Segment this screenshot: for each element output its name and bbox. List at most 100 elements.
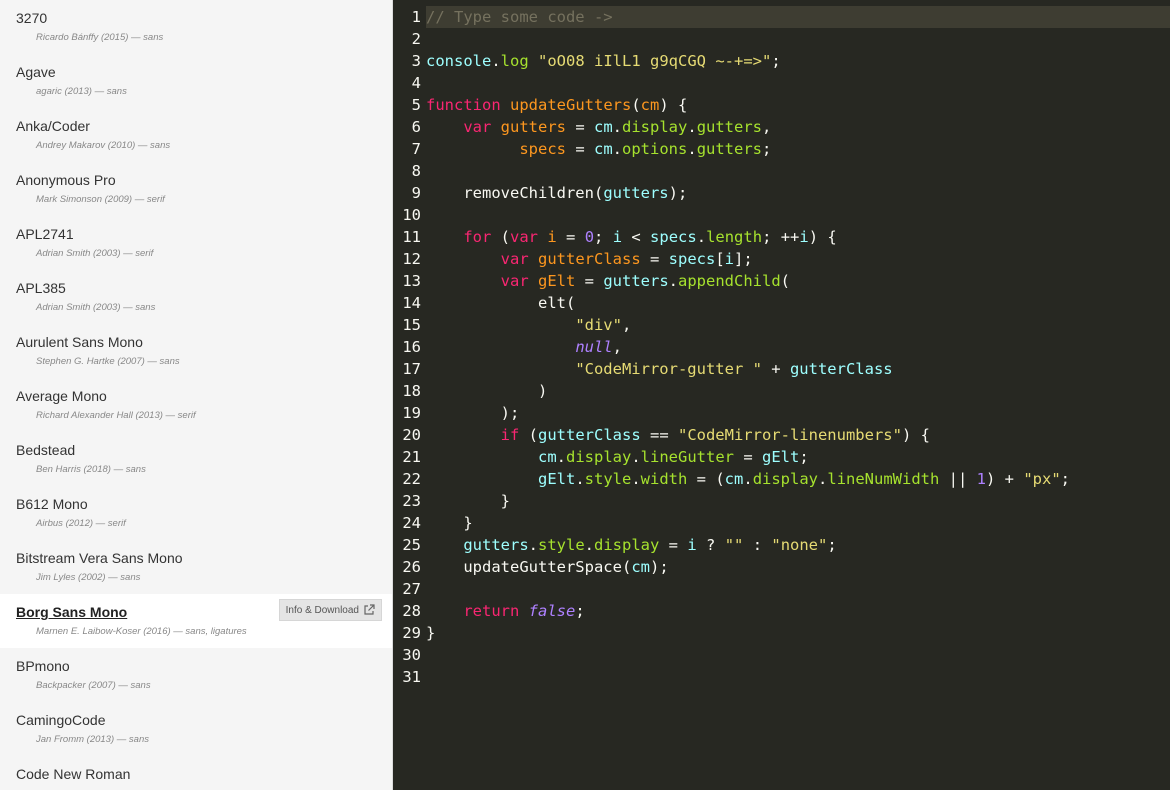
font-list-item[interactable]: Borg Sans Mono Marnen E. Laibow-Koser (20… xyxy=(0,594,392,648)
line-number: 19 xyxy=(402,404,421,422)
code-text[interactable]: var gutterClass = specs[i]; xyxy=(426,248,1170,270)
code-token: cm xyxy=(594,140,613,158)
code-text[interactable]: null, xyxy=(426,336,1170,358)
line-number: 14 xyxy=(402,294,421,312)
font-list-item[interactable]: Code New Roman xyxy=(0,756,392,790)
line-number: 15 xyxy=(402,316,421,334)
font-list-item[interactable]: BPmono Backpacker (2007) — sans xyxy=(0,648,392,702)
code-text[interactable]: } xyxy=(426,490,1170,512)
line-number: 27 xyxy=(402,580,421,598)
font-list-item[interactable]: Average Mono Richard Alexander Hall (2013… xyxy=(0,378,392,432)
code-text[interactable]: "div", xyxy=(426,314,1170,336)
code-token: var xyxy=(500,272,529,290)
code-line: 6 var gutters = cm.display.gutters, xyxy=(393,116,1170,138)
code-text[interactable] xyxy=(426,160,1170,182)
code-token: elt( xyxy=(426,294,576,312)
code-token: i xyxy=(612,228,623,246)
code-text[interactable]: "CodeMirror-gutter " + gutterClass xyxy=(426,358,1170,380)
info-download-button[interactable]: Info & Download xyxy=(278,599,382,621)
code-token: ) { xyxy=(901,426,930,444)
code-token: removeChildren( xyxy=(426,184,604,202)
app-window: 3270 Ricardo Bánffy (2015) — sans Agave aga… xyxy=(0,0,1170,790)
code-text[interactable]: var gutters = cm.display.gutters, xyxy=(426,116,1170,138)
code-text[interactable] xyxy=(426,72,1170,94)
code-text[interactable] xyxy=(426,28,1170,50)
code-line: 15 "div", xyxy=(393,314,1170,336)
code-text[interactable]: ); xyxy=(426,402,1170,424)
code-text[interactable]: cm.display.lineGutter = gElt; xyxy=(426,446,1170,468)
code-text[interactable]: gElt.style.width = (cm.display.lineNumWi… xyxy=(426,468,1170,490)
code-text[interactable]: if (gutterClass == "CodeMirror-linenumbe… xyxy=(426,424,1170,446)
code-token: ( xyxy=(631,96,641,114)
code-token: display xyxy=(622,118,688,136)
code-token: options xyxy=(622,140,688,158)
font-list-item[interactable]: Agave agaric (2013) — sans xyxy=(0,54,392,108)
code-text[interactable]: console.log "oO08 iIlL1 g9qCGQ ~-+=>"; xyxy=(426,50,1170,72)
code-token: . xyxy=(575,470,585,488)
code-text[interactable]: var gElt = gutters.appendChild( xyxy=(426,270,1170,292)
code-line: 10 xyxy=(393,204,1170,226)
line-number: 17 xyxy=(402,360,421,378)
code-text[interactable] xyxy=(426,644,1170,666)
code-token: = ( xyxy=(687,470,725,488)
code-token: } xyxy=(426,514,473,532)
code-token: 1 xyxy=(976,470,987,488)
font-list-item[interactable]: Anonymous Pro Mark Simonson (2009) — seri… xyxy=(0,162,392,216)
code-text[interactable]: } xyxy=(426,622,1170,644)
code-token: gElt xyxy=(537,470,576,488)
code-text[interactable] xyxy=(426,204,1170,226)
font-name: Aurulent Sans Mono xyxy=(16,334,143,350)
code-token: ); xyxy=(649,558,669,576)
font-list-item[interactable]: APL2741 Adrian Smith (2003) — serif xyxy=(0,216,392,270)
code-token: , xyxy=(621,316,632,334)
font-list-sidebar[interactable]: 3270 Ricardo Bánffy (2015) — sans Agave aga… xyxy=(0,0,393,790)
line-number: 28 xyxy=(402,602,421,620)
code-line: 21 cm.display.lineGutter = gElt; xyxy=(393,446,1170,468)
code-token: . xyxy=(556,448,566,466)
code-text[interactable]: gutters.style.display = i ? "" : "none"; xyxy=(426,534,1170,556)
code-text[interactable]: updateGutterSpace(cm); xyxy=(426,556,1170,578)
code-token: ) { xyxy=(808,228,837,246)
font-name: B612 Mono xyxy=(16,496,88,512)
code-token: ; xyxy=(575,602,585,620)
font-name: Bedstead xyxy=(16,442,76,458)
code-token: . xyxy=(631,470,641,488)
code-text[interactable]: } xyxy=(426,512,1170,534)
code-text[interactable]: return false; xyxy=(426,600,1170,622)
font-meta: Backpacker (2007) — sans xyxy=(36,680,151,691)
font-list-item[interactable]: CamingoCode Jan Fromm (2013) — sans xyxy=(0,702,392,756)
code-editor[interactable]: 1 // Type some code -> 2 3 console.log "oO0… xyxy=(393,0,1170,790)
code-token: display xyxy=(566,448,632,466)
code-line: 20 if (gutterClass == "CodeMirror-linenu… xyxy=(393,424,1170,446)
code-token: "" xyxy=(724,536,744,554)
font-list-item[interactable]: Anka/Coder Andrey Makarov (2010) — sans xyxy=(0,108,392,162)
code-token: display xyxy=(752,470,819,488)
code-token: "div" xyxy=(575,316,622,334)
font-list-item[interactable]: B612 Mono Airbus (2012) — serif xyxy=(0,486,392,540)
code-token: "CodeMirror-linenumbers" xyxy=(677,426,902,444)
code-line: 3 console.log "oO08 iIlL1 g9qCGQ ~-+=>"; xyxy=(393,50,1170,72)
code-line: 18 ) xyxy=(393,380,1170,402)
font-list-item[interactable]: 3270 Ricardo Bánffy (2015) — sans xyxy=(0,0,392,54)
code-text[interactable]: // Type some code -> xyxy=(426,6,1170,28)
code-text[interactable]: elt( xyxy=(426,292,1170,314)
code-text[interactable]: removeChildren(gutters); xyxy=(426,182,1170,204)
code-text[interactable]: for (var i = 0; i < specs.length; ++i) { xyxy=(426,226,1170,248)
font-name: Code New Roman xyxy=(16,766,131,782)
code-text[interactable]: function updateGutters(cm) { xyxy=(426,94,1170,116)
font-list-item[interactable]: APL385 Adrian Smith (2003) — sans xyxy=(0,270,392,324)
font-list-item[interactable]: Aurulent Sans Mono Stephen G. Hartke (200… xyxy=(0,324,392,378)
code-text[interactable]: specs = cm.options.gutters; xyxy=(426,138,1170,160)
font-meta: Adrian Smith (2003) — sans xyxy=(36,302,156,313)
code-token: specs xyxy=(668,250,716,268)
font-meta: Mark Simonson (2009) — serif xyxy=(36,194,165,205)
font-list-item[interactable]: Bitstream Vera Sans Mono Jim Lyles (2002)… xyxy=(0,540,392,594)
code-text[interactable] xyxy=(426,578,1170,600)
code-text[interactable] xyxy=(426,666,1170,688)
font-list-item[interactable]: Bedstead Ben Harris (2018) — sans xyxy=(0,432,392,486)
code-text[interactable]: ) xyxy=(426,380,1170,402)
line-number: 2 xyxy=(411,30,421,48)
